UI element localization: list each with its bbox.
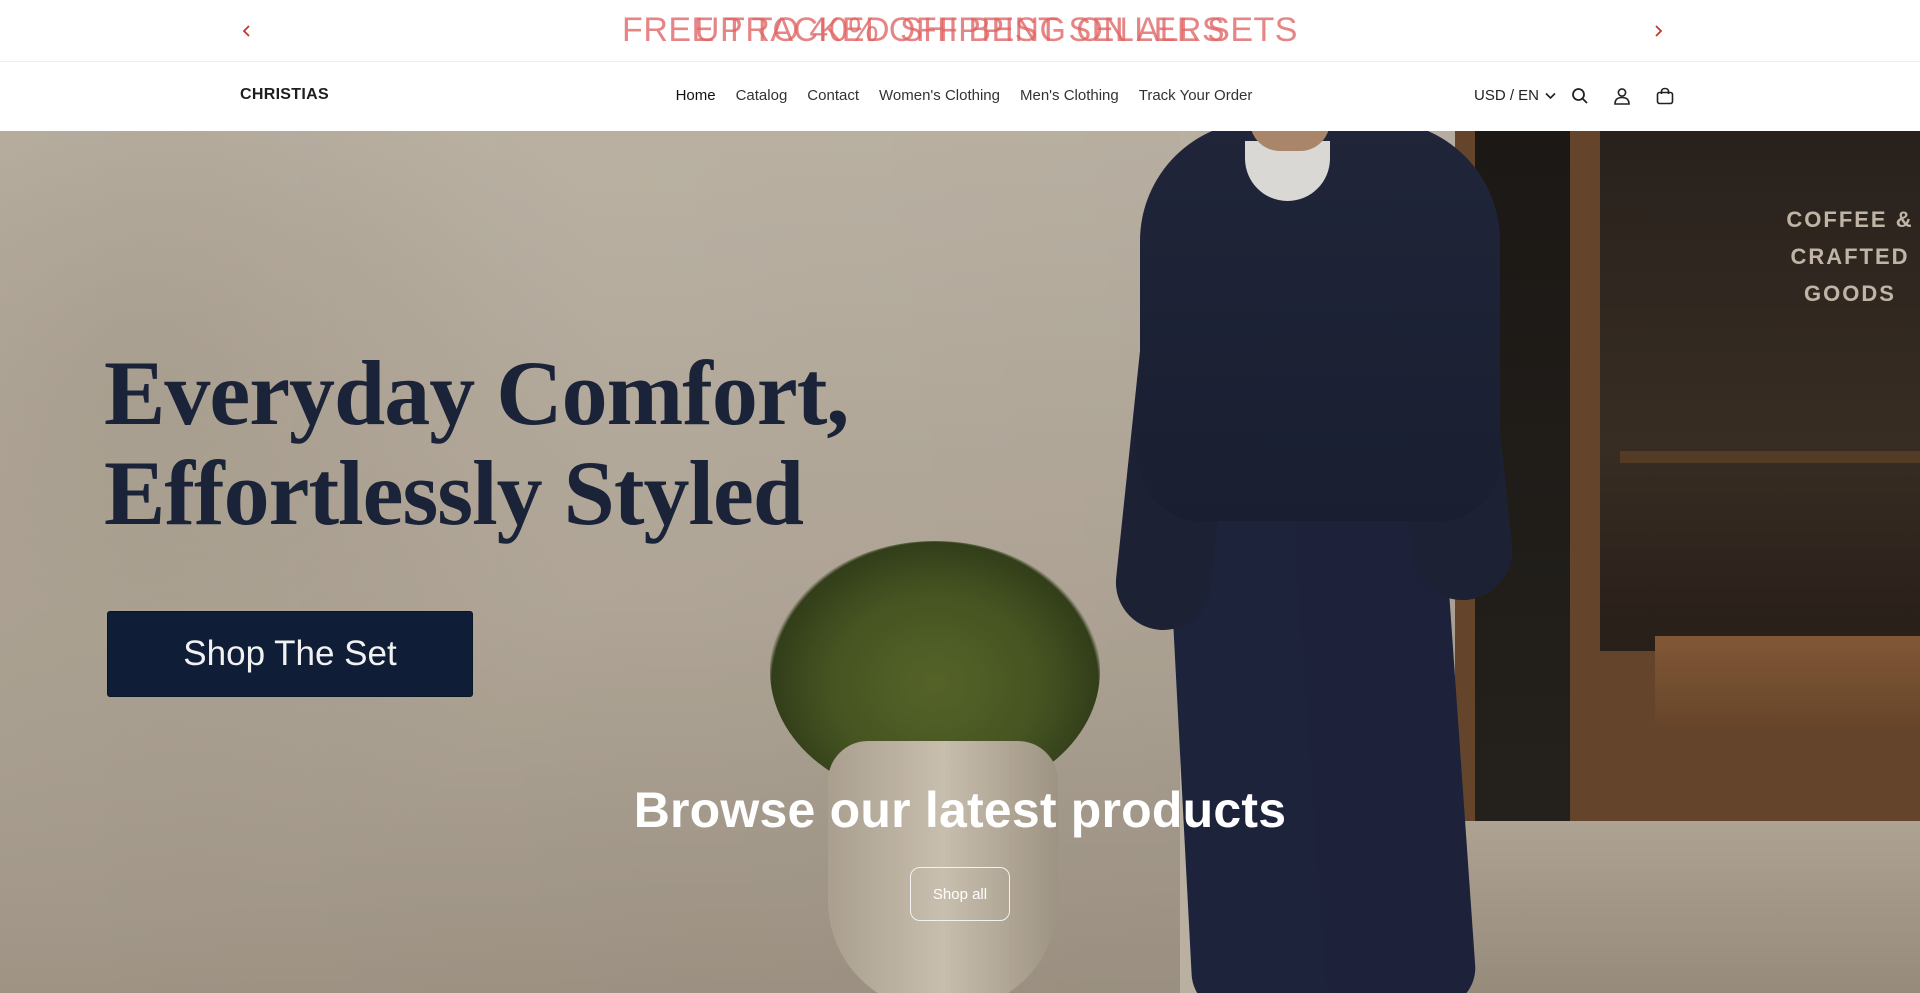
announcement-bar: FREE TRACKED SHIPPING ON ALL SETS UP TO … <box>0 0 1920 62</box>
nav-womens-clothing[interactable]: Women's Clothing <box>879 87 1000 104</box>
hero-headline-line-1: Everyday Comfort, <box>104 342 849 444</box>
cart-icon <box>1656 87 1674 105</box>
search-button[interactable] <box>1568 84 1592 108</box>
announcement-prev-button[interactable] <box>234 18 260 44</box>
browse-heading: Browse our latest products <box>633 782 1287 838</box>
hero-overlay <box>0 131 1920 993</box>
nav-contact[interactable]: Contact <box>807 87 859 104</box>
nav-track-order[interactable]: Track Your Order <box>1139 87 1253 104</box>
announcement-message: FREE TRACKED SHIPPING ON ALL SETS UP TO … <box>560 8 1360 52</box>
shop-all-button[interactable]: Shop all <box>910 867 1010 921</box>
hero-headline-line-2: Effortlessly Styled <box>104 442 804 544</box>
locale-label: USD / EN <box>1474 87 1540 104</box>
chevron-right-icon <box>1655 25 1663 37</box>
currency-language-selector[interactable]: USD / EN <box>1474 87 1556 104</box>
cart-button[interactable] <box>1653 84 1677 108</box>
hero-banner: COFFEE & CRAFTED GOODS Everyday Comfort,… <box>0 131 1920 993</box>
chevron-left-icon <box>242 25 250 37</box>
nav-home[interactable]: Home <box>676 87 716 104</box>
announcement-text-2: UP TO 40% OFF BEST SELLERS <box>694 11 1226 49</box>
account-icon <box>1614 88 1630 105</box>
nav-catalog[interactable]: Catalog <box>736 87 788 104</box>
shop-the-set-button[interactable]: Shop The Set <box>107 611 473 697</box>
search-icon <box>1572 88 1588 104</box>
hero-headline: Everyday Comfort, Effortlessly Styled <box>104 342 849 544</box>
nav-mens-clothing[interactable]: Men's Clothing <box>1020 87 1119 104</box>
site-header: CHRISTIAS Home Catalog Contact Women's C… <box>0 63 1920 131</box>
account-button[interactable] <box>1610 84 1634 108</box>
chevron-down-icon <box>1545 92 1556 99</box>
announcement-next-button[interactable] <box>1645 18 1671 44</box>
